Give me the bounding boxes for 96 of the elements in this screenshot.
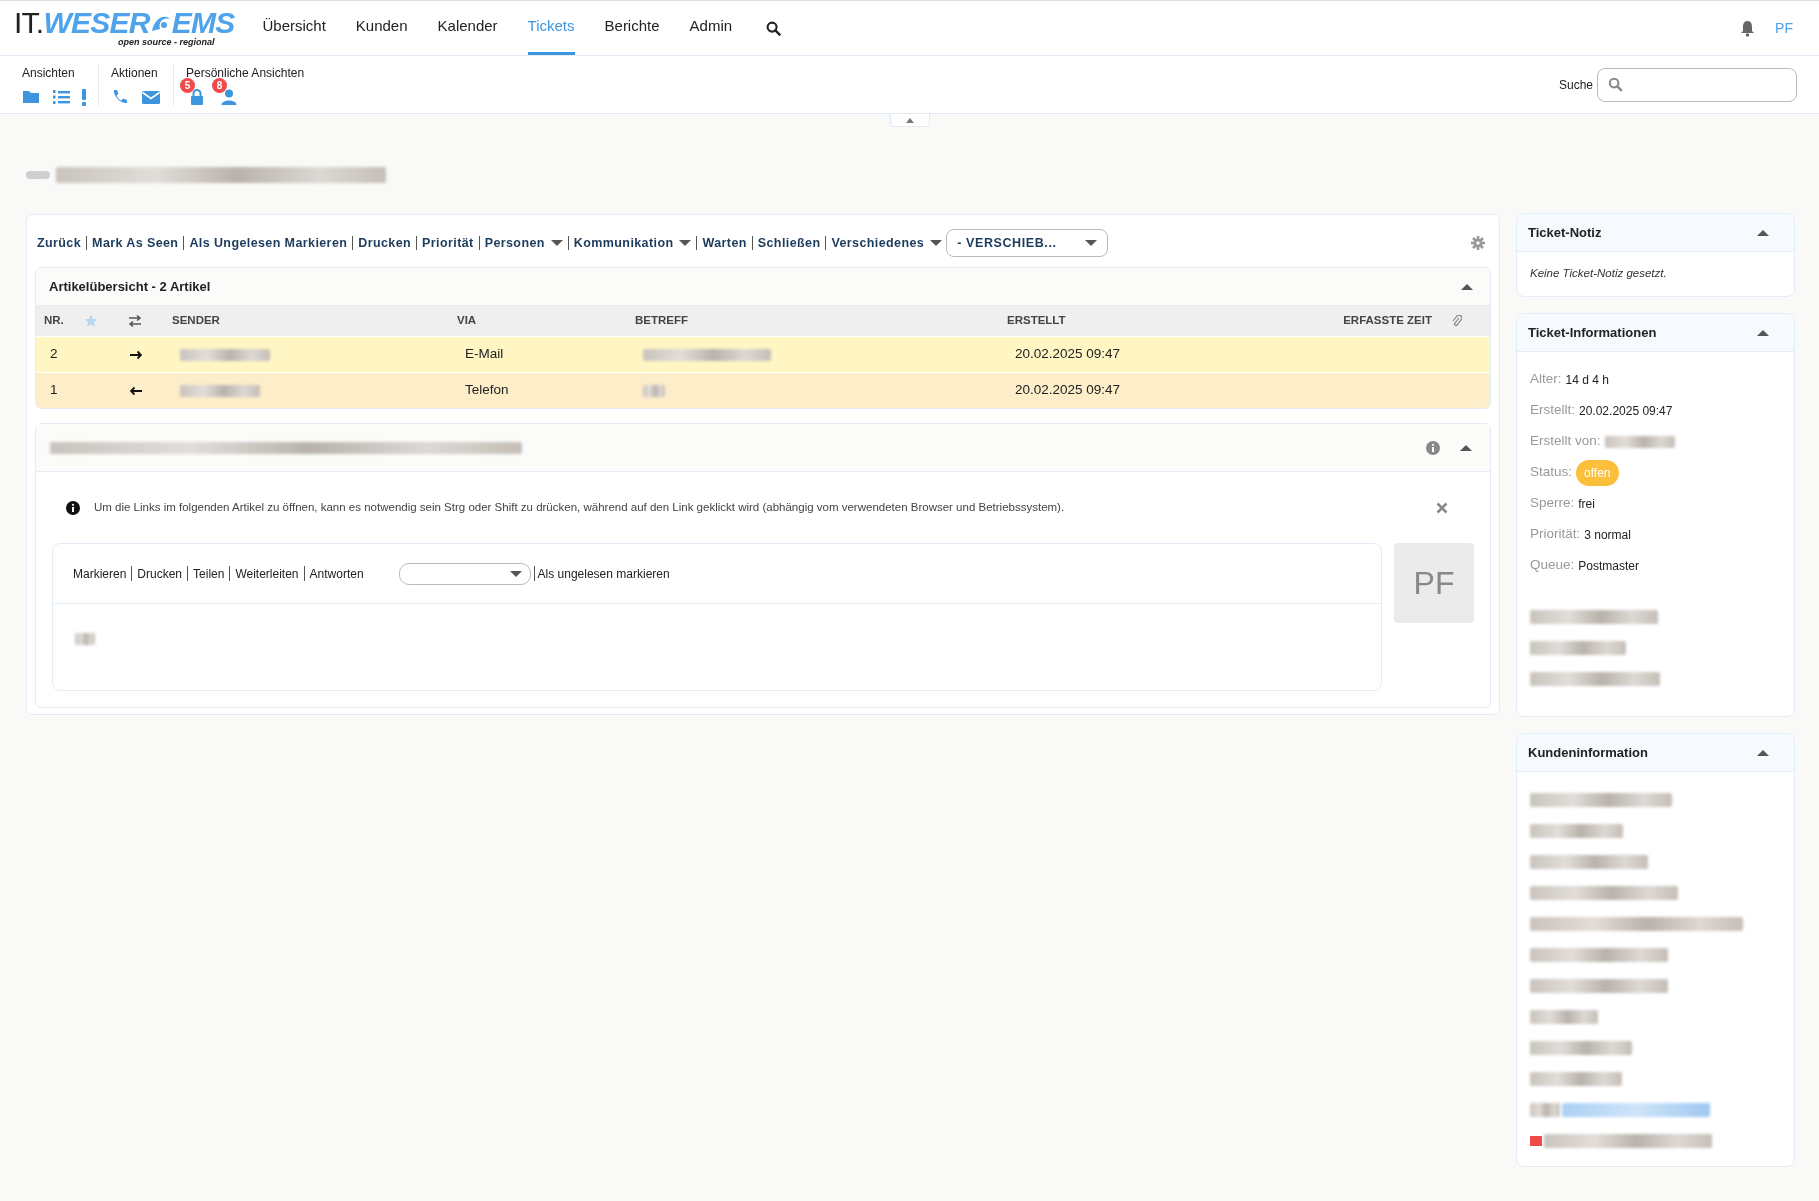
field-label: Sperre:: [1530, 494, 1575, 513]
field-label: Erstellt von:: [1530, 432, 1601, 451]
field-value: frei: [1578, 495, 1595, 513]
logo-text: IT.: [14, 7, 44, 38]
panel-title: Kundeninformation: [1528, 743, 1648, 762]
phone-icon: [111, 87, 129, 106]
logo-text: EMS: [171, 7, 235, 38]
move-dropdown[interactable]: - VERSCHIEB...: [946, 229, 1109, 257]
nav-tab[interactable]: Übersicht: [262, 1, 326, 55]
count-badge: 8: [212, 77, 227, 93]
nav-tab[interactable]: Admin: [689, 1, 733, 55]
lock-button[interactable]: 5: [180, 77, 206, 106]
flag-icon: [1530, 1135, 1542, 1146]
action-link[interactable]: Verschiedenes: [831, 233, 943, 253]
action-link[interactable]: Als Ungelesen Markieren: [189, 233, 348, 253]
table-cell-text: E-Mail: [464, 345, 504, 364]
column-header: ERSTELLT: [1007, 313, 1067, 329]
user-icon: [220, 87, 238, 106]
dropdown[interactable]: [398, 562, 531, 585]
action-link[interactable]: Drucken: [358, 233, 412, 253]
field-label: Queue:: [1530, 556, 1575, 575]
collapse-icon: [1460, 443, 1472, 452]
collapse-toolbar-button[interactable]: [889, 114, 930, 127]
column-header: SENDER: [172, 313, 221, 329]
logo-text: WESER: [43, 7, 150, 38]
field-label: Status:: [1530, 463, 1573, 482]
search-icon: [766, 20, 782, 36]
caret-icon: [509, 569, 522, 578]
column-header: NR.: [44, 313, 65, 329]
settings-icon: [1471, 236, 1485, 250]
info-icon: [66, 500, 80, 515]
priority-indicator: [26, 171, 50, 179]
action-link[interactable]: Warten: [702, 233, 747, 253]
article-action-link[interactable]: Als ungelesen markieren: [537, 564, 670, 583]
article-action-link[interactable]: Drucken: [137, 564, 183, 583]
table-cell-text: 20.02.2025 09:47: [1014, 345, 1121, 364]
lock-icon: [188, 87, 206, 106]
avatar: PF: [1394, 543, 1474, 623]
star-icon: [84, 314, 98, 328]
action-link[interactable]: Kommunikation: [573, 233, 692, 253]
nav-tab[interactable]: Kalender: [437, 1, 498, 55]
table-cell-text: 2: [49, 345, 59, 364]
collapse-icon: [1757, 748, 1769, 757]
article-action-link[interactable]: Teilen: [193, 564, 225, 583]
panel-title: Ticket-Informationen: [1528, 323, 1657, 342]
logo-tagline: open source - regional: [118, 37, 215, 47]
field-value: 20.02.2025 09:47: [1579, 402, 1673, 420]
column-header: ERFASSTE ZEIT: [1342, 313, 1433, 329]
article-row[interactable]: 1 Telefon 20.02.2025 09:47: [36, 372, 1490, 408]
count-badge: 5: [180, 77, 195, 93]
paperclip-icon: [1452, 315, 1462, 327]
action-link[interactable]: Zurück: [37, 233, 82, 253]
status-badge: offen: [1576, 459, 1619, 486]
exclamation-icon: [82, 88, 86, 106]
panel-title: Artikelübersicht - 2 Artikel: [49, 277, 211, 296]
article-action-link[interactable]: Weiterleiten: [235, 564, 299, 583]
group-label: Ansichten: [22, 64, 75, 82]
search-icon: [1608, 77, 1623, 92]
action-link[interactable]: Mark As Seen: [92, 233, 179, 253]
collapse-icon: [1461, 282, 1473, 291]
action-link[interactable]: Schließen: [757, 233, 821, 253]
swap-icon: [128, 315, 142, 327]
notice-text: Um die Links im folgenden Artikel zu öffnen, kann es notwendig sein Strg oder Shift zu drücken, während auf den Link geklickt wird (abhängig vom verwendeten Browser und Betriebssystem).: [94, 499, 1065, 515]
nav-tab[interactable]: Kunden: [355, 1, 408, 55]
column-header: VIA: [457, 313, 478, 329]
table-cell-text: 1: [49, 381, 59, 400]
field-label: Alter:: [1530, 370, 1562, 389]
collapse-icon: [1757, 328, 1769, 337]
group-label: Aktionen: [111, 64, 158, 82]
caret-icon: [1085, 239, 1098, 247]
note-text: Keine Ticket-Notiz gesetzt.: [1530, 266, 1667, 282]
nav-tab[interactable]: Berichte: [604, 1, 660, 55]
table-cell-text: Telefon: [464, 381, 509, 400]
column-header: BETREFF: [635, 313, 690, 329]
table-cell-text: 20.02.2025 09:47: [1014, 381, 1121, 400]
redacted-value: [1604, 435, 1675, 448]
field-label: Priorität:: [1530, 525, 1581, 544]
close-icon: [1436, 501, 1448, 514]
info-icon: [1426, 440, 1440, 455]
user-button[interactable]: 8: [212, 77, 238, 106]
collapse-icon: [1757, 228, 1769, 237]
article-action-link[interactable]: Markieren: [73, 564, 127, 583]
field-value: 3 normal: [1584, 526, 1631, 544]
field-value: 14 d 4 h: [1565, 371, 1609, 389]
action-link[interactable]: Priorität: [422, 233, 474, 253]
article-action-link[interactable]: Antworten: [309, 564, 364, 583]
article-row[interactable]: 2 E-Mail 20.02.2025 09:47: [36, 336, 1490, 372]
field-label: Erstellt:: [1530, 401, 1575, 420]
search-field[interactable]: [1597, 67, 1797, 102]
collapse-icon: [905, 117, 914, 123]
bell-icon: [1740, 19, 1756, 37]
action-link[interactable]: Personen: [484, 233, 563, 253]
panel-title: Ticket-Notiz: [1528, 223, 1602, 242]
field-value: Postmaster: [1578, 557, 1639, 575]
numbered-list-icon: [52, 87, 70, 106]
search-label: Suche: [1558, 76, 1593, 94]
